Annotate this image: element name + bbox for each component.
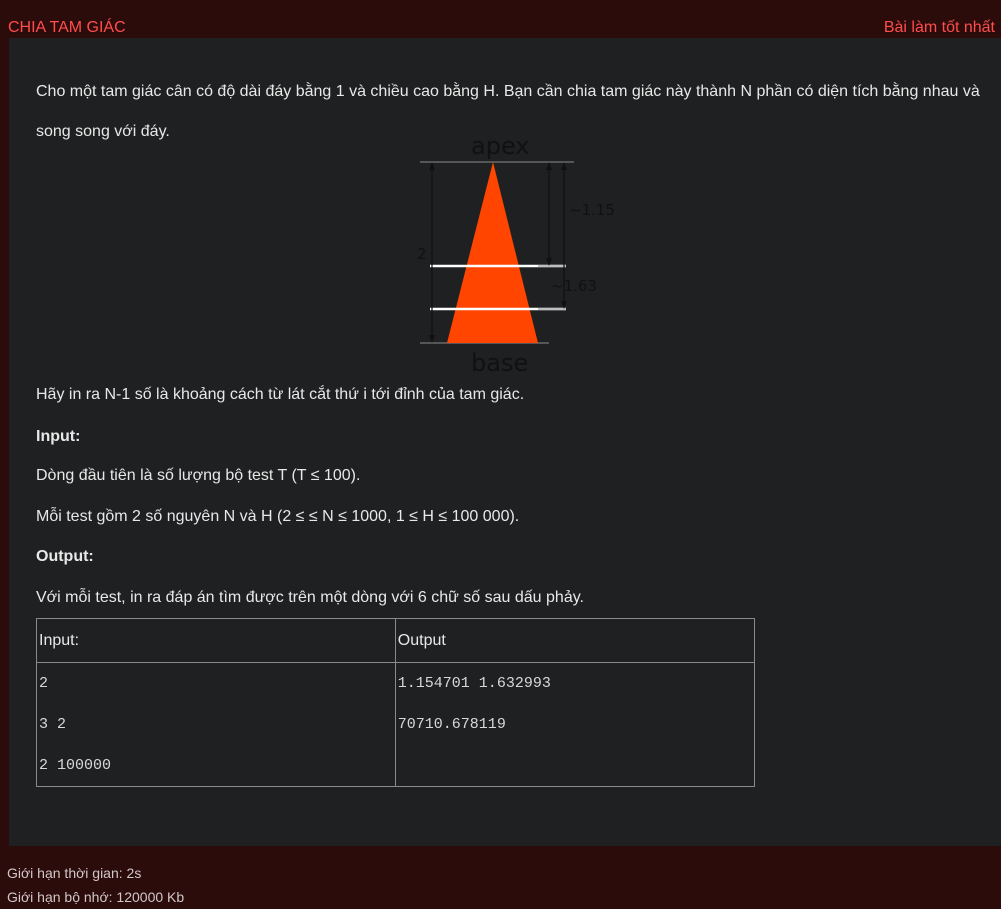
sample-table: Input: Output 2 3 2 2 100000 1.154701 1.… [36, 618, 756, 787]
sample-input-line: 2 [39, 675, 49, 692]
task-paragraph: Hãy in ra N-1 số là khoảng cách từ lát c… [36, 386, 525, 403]
sample-input-header: Input: [36, 618, 396, 663]
input-heading: Input: [36, 428, 81, 445]
best-submissions-link[interactable]: Bài làm tốt nhất [884, 19, 995, 37]
triangle-shape [447, 162, 538, 343]
memory-limit: Giới hạn bộ nhớ: 120000 Kb [7, 889, 185, 905]
sample-output-line: 70710.678119 [397, 716, 506, 733]
sample-input-line: 2 100000 [39, 757, 112, 774]
sample-output-header: Output [394, 618, 756, 663]
problem-statement: Cho một tam giác cân có độ dài đáy bằng … [9, 38, 1001, 846]
triangle-diagram: apex base 2 ~1.15 ~1.63 [417, 132, 614, 377]
sample-input-cell: 2 3 2 2 100000 [36, 662, 396, 787]
output-line-1: Với mỗi test, in ra đáp án tìm được trên… [36, 589, 584, 606]
sample-input-line: 3 2 [39, 716, 67, 733]
cut1-label: ~1.15 [569, 201, 614, 219]
cut2-label: ~1.63 [551, 277, 597, 295]
input-line-2: Mỗi test gồm 2 số nguyên N và H (2 ≤ ≤ N… [36, 508, 520, 525]
time-limit: Giới hạn thời gian: 2s [7, 865, 142, 881]
output-heading: Output: [36, 548, 94, 565]
problem-title: CHIA TAM GIÁC [8, 19, 126, 36]
apex-label: apex [471, 132, 530, 160]
height-label: 2 [417, 245, 427, 263]
base-label: base [471, 349, 528, 377]
sample-output-line: 1.154701 1.632993 [397, 675, 551, 692]
input-line-1: Dòng đầu tiên là số lượng bộ test T (T ≤… [36, 467, 361, 484]
problem-header: CHIA TAM GIÁC Bài làm tốt nhất [0, 0, 1001, 38]
sample-output-cell: 1.154701 1.632993 70710.678119 [394, 662, 756, 787]
